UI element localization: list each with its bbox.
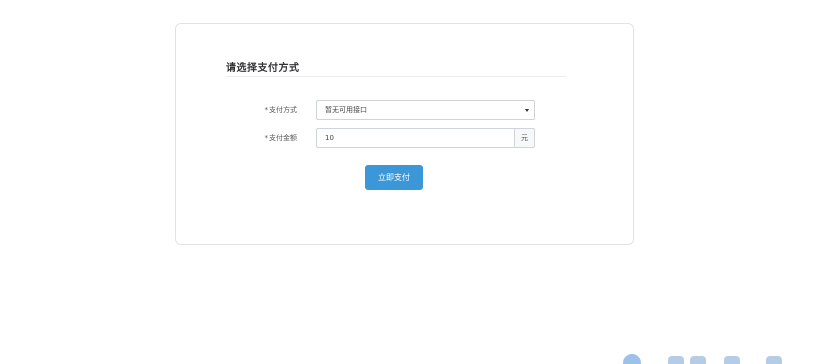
watermark-glyph [724, 356, 740, 364]
payment-method-row: *支付方式 暂无可用接口 [176, 100, 633, 120]
payment-method-label: *支付方式 [265, 100, 298, 120]
payment-method-selected-value: 暂无可用接口 [325, 106, 367, 114]
watermark-glyph [766, 356, 782, 364]
pay-now-button[interactable]: 立即支付 [365, 165, 423, 190]
watermark-logo-icon [623, 354, 641, 364]
section-title: 请选择支付方式 [226, 63, 300, 74]
payment-method-select[interactable]: 暂无可用接口 [316, 100, 535, 120]
section-divider [226, 76, 566, 77]
watermark-glyph [690, 356, 706, 364]
amount-unit-addon: 元 [514, 128, 535, 148]
payment-amount-label: *支付金额 [265, 128, 298, 148]
payment-method-label-text: 支付方式 [269, 106, 297, 114]
payment-amount-value: 10 [325, 134, 334, 142]
payment-card: 请选择支付方式 *支付方式 暂无可用接口 *支付金额 10 元 立即支付 [175, 23, 634, 245]
payment-page: 请选择支付方式 *支付方式 暂无可用接口 *支付金额 10 元 立即支付 [0, 0, 813, 364]
payment-amount-row: *支付金额 10 元 [176, 128, 633, 148]
payment-amount-input[interactable]: 10 [316, 128, 514, 148]
watermark [620, 350, 813, 364]
watermark-glyph [668, 356, 684, 364]
caret-down-icon [525, 109, 529, 112]
required-mark: * [264, 106, 269, 114]
payment-amount-label-text: 支付金额 [269, 134, 297, 142]
required-mark: * [264, 134, 269, 142]
